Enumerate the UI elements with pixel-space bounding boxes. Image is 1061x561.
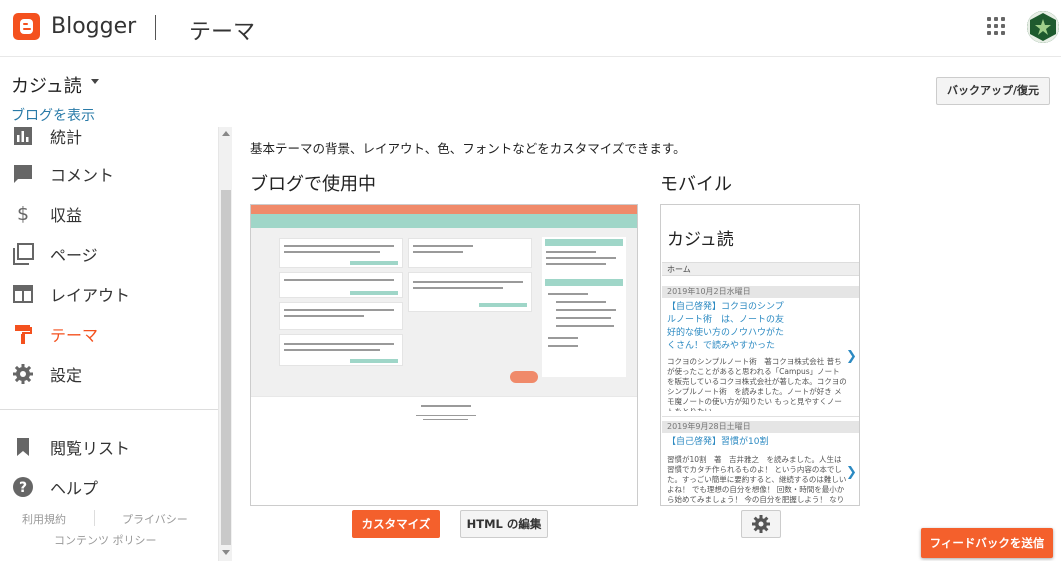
sidebar-item-label: 収益 bbox=[50, 206, 83, 225]
post-title: 【自己啓発】習慣が10割 bbox=[667, 437, 769, 447]
preview-button bbox=[510, 371, 538, 383]
sidebar-item-theme[interactable]: テーマ bbox=[0, 315, 218, 351]
layout-icon bbox=[13, 285, 33, 303]
preview-header-band bbox=[251, 214, 637, 228]
theme-description: 基本テーマの背景、レイアウト、色、フォントなどをカスタマイズできます。 bbox=[250, 141, 686, 156]
brand-name[interactable]: Blogger bbox=[51, 14, 136, 39]
scroll-down-arrow-icon[interactable] bbox=[222, 550, 230, 555]
sidebar-item-comments[interactable]: コメント bbox=[0, 155, 218, 191]
account-avatar[interactable] bbox=[1027, 11, 1059, 43]
sidebar-item-pages[interactable]: ページ bbox=[0, 235, 218, 271]
edit-html-button[interactable]: HTML の編集 bbox=[460, 510, 548, 538]
mobile-settings-button[interactable] bbox=[741, 510, 781, 538]
preview-top-bar bbox=[251, 205, 637, 214]
post-title: 【自己啓発】コクヨのシンプ ルノート術 は、ノートの友 好的な使い方のノウハウが… bbox=[667, 302, 785, 351]
sidebar-item-label: ヘルプ bbox=[50, 479, 99, 498]
mobile-home-bar: ホーム bbox=[662, 262, 859, 276]
sidebar-item-label: 設定 bbox=[50, 366, 83, 385]
post-date: 2019年9月28日土曜日 bbox=[662, 421, 859, 433]
sidebar: 統計 コメント $ 収益 ページ レイアウト テーマ 設定 閲覧リスト ? ヘル… bbox=[0, 127, 232, 561]
scroll-up-arrow-icon[interactable] bbox=[222, 131, 230, 136]
privacy-link[interactable]: プライバシー bbox=[122, 511, 188, 527]
sidebar-item-help[interactable]: ? ヘルプ bbox=[0, 468, 218, 504]
sidebar-item-earnings[interactable]: $ 収益 bbox=[0, 195, 218, 231]
page-title: テーマ bbox=[189, 20, 256, 45]
gear-icon bbox=[13, 364, 33, 384]
sidebar-item-label: テーマ bbox=[50, 326, 99, 345]
content-policy-link[interactable]: コンテンツ ポリシー bbox=[54, 532, 157, 548]
post-excerpt: コクヨのシンプルノート術 著コクヨ株式会社 普ちが使ったことがあると思われる「C… bbox=[667, 357, 847, 411]
send-feedback-button[interactable]: フィードバックを送信 bbox=[921, 528, 1053, 558]
pages-icon bbox=[13, 243, 34, 265]
preview-post-card bbox=[408, 272, 532, 312]
mobile-blog-title: カジュ読 bbox=[667, 230, 734, 250]
sidebar-item-label: レイアウト bbox=[50, 286, 131, 305]
backup-restore-button[interactable]: バックアップ/復元 bbox=[936, 77, 1050, 105]
sidebar-divider bbox=[0, 409, 218, 410]
sidebar-item-label: ページ bbox=[50, 246, 98, 265]
blogger-logo-icon[interactable] bbox=[13, 13, 40, 40]
bookmark-icon bbox=[17, 438, 29, 456]
post-divider bbox=[662, 416, 859, 417]
sidebar-item-settings[interactable]: 設定 bbox=[0, 355, 218, 391]
chevron-down-icon[interactable] bbox=[91, 79, 99, 84]
terms-link[interactable]: 利用規約 bbox=[22, 511, 66, 527]
preview-post-card bbox=[279, 334, 403, 366]
preview-body bbox=[251, 228, 637, 396]
header-divider bbox=[155, 15, 156, 40]
theme-roller-icon bbox=[15, 325, 32, 344]
preview-post-card bbox=[279, 272, 403, 298]
view-blog-link[interactable]: ブログを表示 bbox=[11, 105, 95, 125]
gear-icon bbox=[752, 515, 770, 533]
sidebar-item-label: 閲覧リスト bbox=[50, 439, 131, 458]
sidebar-item-label: コメント bbox=[50, 166, 115, 185]
blog-selector[interactable]: カジュ読 bbox=[11, 72, 82, 98]
mobile-theme-heading: モバイル bbox=[660, 174, 732, 195]
sidebar-scrollbar[interactable] bbox=[218, 127, 232, 561]
current-theme-heading: ブログで使用中 bbox=[250, 174, 376, 195]
sidebar-item-label: 統計 bbox=[50, 128, 83, 147]
bar-chart-icon bbox=[14, 127, 32, 145]
apps-grid-icon[interactable] bbox=[987, 17, 1005, 35]
svg-text:?: ? bbox=[19, 480, 27, 496]
preview-footer bbox=[251, 396, 637, 426]
help-icon: ? bbox=[13, 477, 33, 497]
preview-sidebar bbox=[542, 237, 626, 377]
chevron-right-icon[interactable]: ❯ bbox=[846, 349, 857, 364]
preview-post-card bbox=[279, 302, 403, 330]
dollar-icon: $ bbox=[16, 203, 30, 225]
top-bar: Blogger テーマ bbox=[0, 0, 1061, 57]
chevron-right-icon[interactable]: ❯ bbox=[846, 465, 857, 480]
scrollbar-thumb[interactable] bbox=[221, 190, 231, 545]
footer-divider bbox=[94, 510, 95, 526]
comment-icon bbox=[14, 165, 32, 183]
sidebar-item-layout[interactable]: レイアウト bbox=[0, 275, 218, 311]
customize-button[interactable]: カスタマイズ bbox=[352, 510, 440, 538]
preview-post-card bbox=[279, 238, 403, 268]
sidebar-item-reading-list[interactable]: 閲覧リスト bbox=[0, 428, 218, 464]
preview-post-card bbox=[408, 238, 532, 268]
desktop-theme-preview[interactable] bbox=[250, 204, 638, 506]
post-excerpt: 習慣が10割 著 吉井雅之 を読みました。人生は習慣でカタチ作られるものよ！ と… bbox=[667, 455, 847, 504]
mobile-theme-preview[interactable]: カジュ読 ホーム 2019年10月2日水曜日 【自己啓発】コクヨのシンプ ルノー… bbox=[660, 204, 860, 506]
post-date: 2019年10月2日水曜日 bbox=[662, 286, 859, 298]
sidebar-item-stats[interactable]: 統計 bbox=[0, 127, 218, 153]
